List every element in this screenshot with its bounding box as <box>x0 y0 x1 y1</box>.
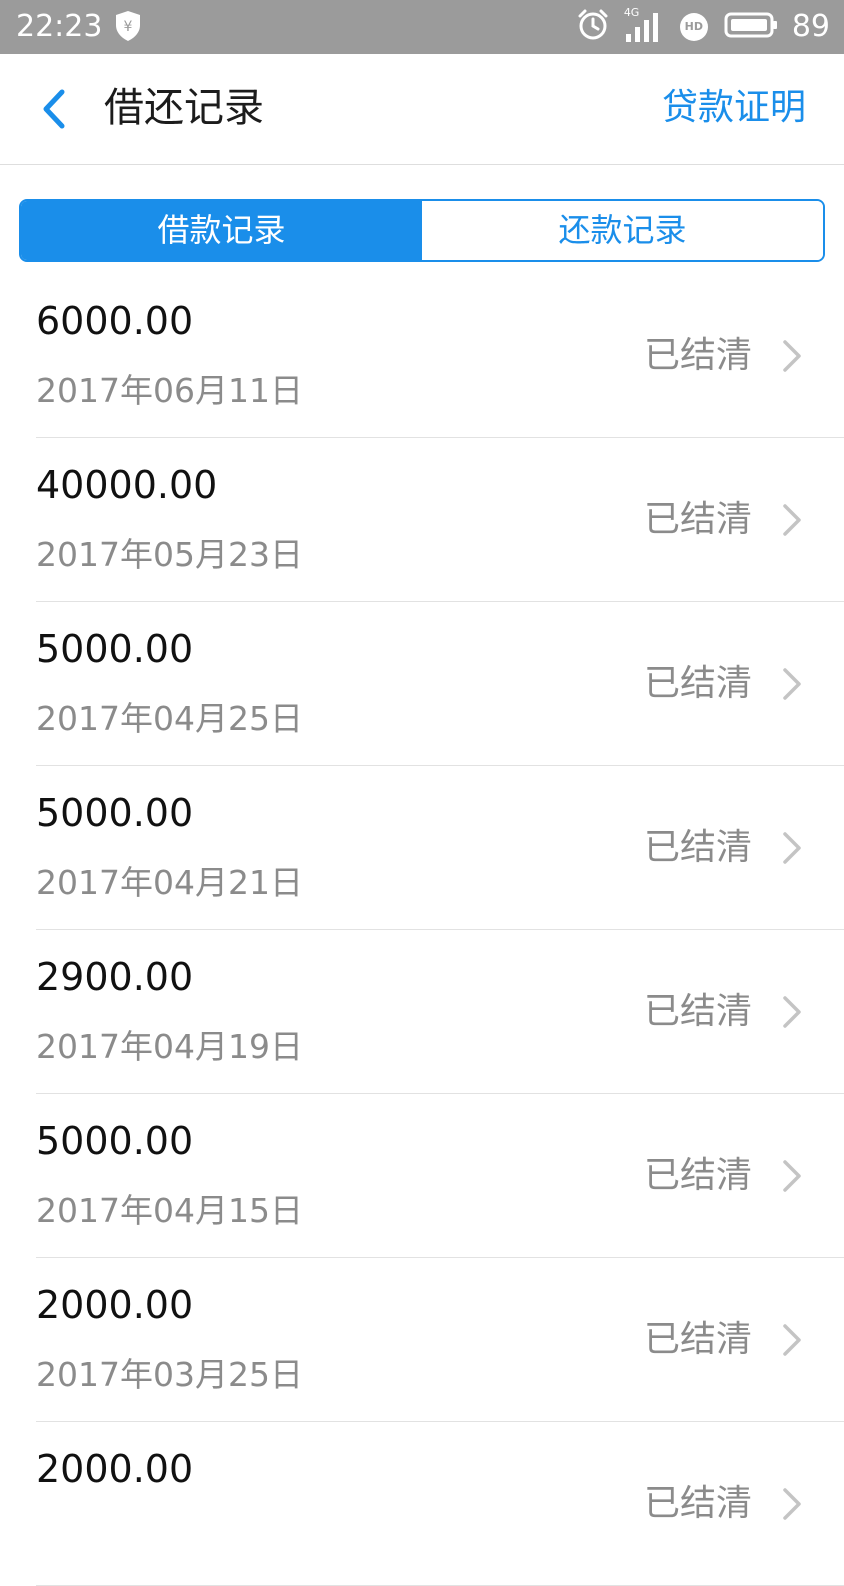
record-date: 2017年06月11日 <box>36 371 303 410</box>
list-item[interactable]: 2000.00 已结清 <box>0 1422 844 1586</box>
battery-level: 89 <box>791 9 830 44</box>
record-amount: 2000.00 <box>36 1283 194 1327</box>
record-date: 2017年04月19日 <box>36 1027 303 1066</box>
chevron-right-icon <box>780 1322 804 1358</box>
list-item[interactable]: 5000.00 2017年04月21日 已结清 <box>0 766 844 930</box>
record-amount: 2000.00 <box>36 1447 194 1491</box>
chevron-left-icon <box>43 89 65 129</box>
record-amount: 5000.00 <box>36 627 194 671</box>
signal-icon: 4G <box>624 6 664 44</box>
chevron-right-icon <box>780 1158 804 1194</box>
chevron-right-icon <box>780 830 804 866</box>
chevron-right-icon <box>780 338 804 374</box>
record-status: 已结清 <box>644 663 753 704</box>
list-item[interactable]: 2000.00 2017年03月25日 已结清 <box>0 1258 844 1422</box>
battery-icon <box>724 11 778 43</box>
record-status: 已结清 <box>644 1319 753 1360</box>
record-type-tabs: 借款记录 还款记录 <box>19 199 825 262</box>
record-status: 已结清 <box>644 335 753 376</box>
chevron-right-icon <box>780 1486 804 1522</box>
tab-borrow-records[interactable]: 借款记录 <box>21 201 422 260</box>
tab-repay-records[interactable]: 还款记录 <box>422 201 823 260</box>
loan-certificate-link[interactable]: 贷款证明 <box>662 82 806 134</box>
record-amount: 6000.00 <box>36 299 194 343</box>
status-bar: 22:23 ¥ 4G HD 89 <box>0 0 844 54</box>
svg-text:¥: ¥ <box>124 19 133 35</box>
record-date: 2017年04月15日 <box>36 1191 303 1230</box>
chevron-right-icon <box>780 994 804 1030</box>
status-right-group: 4G HD 89 <box>576 6 830 47</box>
record-status: 已结清 <box>644 1155 753 1196</box>
hd-icon: HD <box>678 11 710 43</box>
status-time: 22:23 <box>16 9 103 44</box>
alarm-icon <box>576 8 610 46</box>
record-date: 2017年04月25日 <box>36 699 303 738</box>
nav-header: 借还记录 贷款证明 <box>0 54 844 165</box>
page-title: 借还记录 <box>104 85 264 131</box>
record-date: 2017年05月23日 <box>36 535 303 574</box>
chevron-right-icon <box>780 502 804 538</box>
record-status: 已结清 <box>644 827 753 868</box>
record-list: 6000.00 2017年06月11日 已结清 40000.00 2017年05月23日… <box>0 274 844 1586</box>
chevron-right-icon <box>780 666 804 702</box>
list-item[interactable]: 6000.00 2017年06月11日 已结清 <box>0 274 844 438</box>
list-item[interactable]: 5000.00 2017年04月15日 已结清 <box>0 1094 844 1258</box>
list-item[interactable]: 5000.00 2017年04月25日 已结清 <box>0 602 844 766</box>
record-date: 2017年04月21日 <box>36 863 303 902</box>
record-status: 已结清 <box>644 1483 753 1524</box>
list-item[interactable]: 40000.00 2017年05月23日 已结清 <box>0 438 844 602</box>
shield-yen-icon: ¥ <box>114 10 142 42</box>
list-item[interactable]: 2900.00 2017年04月19日 已结清 <box>0 930 844 1094</box>
record-status: 已结清 <box>644 499 753 540</box>
record-amount: 5000.00 <box>36 791 194 835</box>
hd-label: HD <box>684 20 703 33</box>
record-amount: 5000.00 <box>36 1119 194 1163</box>
record-status: 已结清 <box>644 991 753 1032</box>
record-amount: 40000.00 <box>36 463 218 507</box>
record-date: 2017年03月25日 <box>36 1355 303 1394</box>
back-button[interactable] <box>34 86 74 132</box>
record-amount: 2900.00 <box>36 955 194 999</box>
